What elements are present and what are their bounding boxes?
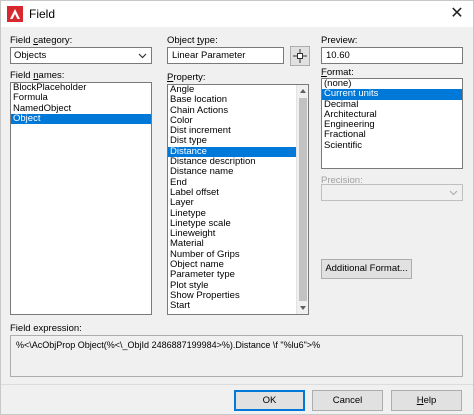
object-type-label: Object type: <box>167 35 218 46</box>
precision-dropdown <box>321 184 463 201</box>
object-type-field: Linear Parameter <box>167 47 284 64</box>
property-scrollbar[interactable] <box>296 85 308 314</box>
property-item[interactable]: Distance name <box>168 167 296 178</box>
select-object-button[interactable] <box>290 46 310 66</box>
property-item[interactable]: Start <box>168 300 296 311</box>
footer-divider <box>1 384 473 385</box>
window-title: Field <box>29 7 56 21</box>
format-label: Format: <box>321 67 354 78</box>
field-name-item[interactable]: Object <box>11 113 151 125</box>
field-dialog: Field ✕ Field category: Objects Field na… <box>0 0 474 415</box>
ok-button[interactable]: OK <box>234 390 305 411</box>
title-bar: Field ✕ <box>1 1 473 27</box>
scroll-up-icon[interactable] <box>297 85 309 97</box>
preview-field: 10.60 <box>321 47 463 64</box>
crosshair-pick-icon <box>293 49 307 63</box>
scrollbar-thumb[interactable] <box>299 98 307 301</box>
additional-format-button[interactable]: Additional Format... <box>321 259 412 279</box>
preview-label: Preview: <box>321 35 358 46</box>
field-expression-box[interactable]: %<\AcObjProp Object(%<\_ObjId 2486887199… <box>10 335 463 377</box>
field-category-value: Objects <box>14 50 47 61</box>
field-category-dropdown[interactable]: Objects <box>10 47 152 64</box>
object-type-value: Linear Parameter <box>172 50 246 61</box>
field-expression-value: %<\AcObjProp Object(%<\_ObjId 2486887199… <box>16 340 321 350</box>
chevron-down-icon <box>138 53 147 59</box>
field-names-label: Field names: <box>10 70 65 81</box>
cancel-button[interactable]: Cancel <box>312 390 383 411</box>
format-list[interactable]: (none) Current units Decimal Architectural E… <box>321 78 463 169</box>
property-list[interactable]: Angle Base location Chain Actions Color Dist… <box>167 84 309 315</box>
field-expression-label: Field expression: <box>10 323 82 334</box>
field-names-list[interactable]: BlockPlaceholder Formula NamedObject Object <box>10 82 152 315</box>
close-button[interactable]: ✕ <box>445 3 469 25</box>
autocad-icon <box>7 6 23 22</box>
property-label: Property: <box>167 72 206 83</box>
field-category-label: Field category: <box>10 35 73 46</box>
chevron-down-icon <box>449 190 458 196</box>
preview-value: 10.60 <box>326 50 350 61</box>
help-button[interactable]: Help <box>391 390 462 411</box>
scroll-down-icon[interactable] <box>297 302 309 314</box>
format-item[interactable]: Scientific <box>322 140 462 151</box>
